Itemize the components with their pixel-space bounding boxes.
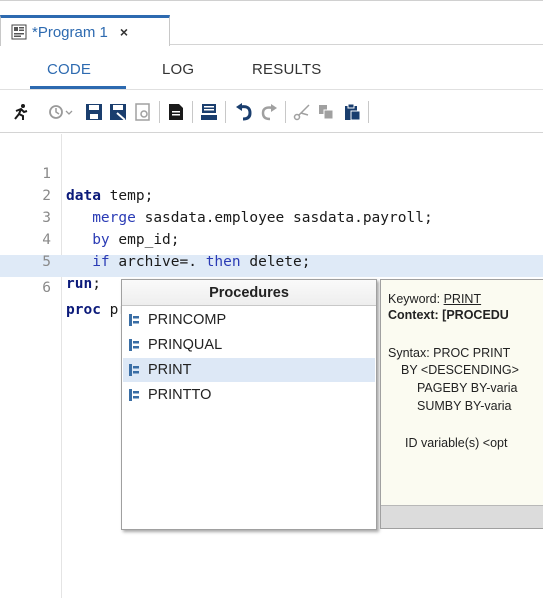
save-as-icon[interactable] xyxy=(108,102,128,122)
toolbar-divider xyxy=(225,101,226,123)
active-tab-indicator xyxy=(30,86,126,89)
autocomplete-item-princomp[interactable]: PRINCOMP xyxy=(123,308,375,332)
copy-icon[interactable] xyxy=(316,102,336,122)
syntax-help-popup: Keyword: PRINT Context: [PROCEDU Syntax:… xyxy=(380,279,543,529)
toolbar-divider xyxy=(159,101,160,123)
help-syntax-sumby: SUMBY BY-varia xyxy=(417,399,512,413)
autocomplete-popup: Procedures PRINCOMP PRINQUAL PRINT PRINT… xyxy=(121,279,377,530)
help-syntax-by: BY <DESCENDING> xyxy=(401,363,519,377)
open-icon[interactable] xyxy=(133,102,153,122)
code-line: 5 run; xyxy=(0,229,543,292)
help-keyword-link[interactable]: PRINT xyxy=(444,292,482,306)
code-line-current: 6 proc prin xyxy=(0,255,543,319)
sas-program-icon xyxy=(11,24,27,40)
autocomplete-item-label: PRINCOMP xyxy=(148,312,227,328)
paste-icon[interactable] xyxy=(342,102,362,122)
autocomplete-item-printto[interactable]: PRINTTO xyxy=(123,383,375,407)
autocomplete-header: Procedures xyxy=(122,280,376,306)
tab-log[interactable]: LOG xyxy=(162,61,194,78)
procedure-icon xyxy=(129,364,139,376)
procedure-icon xyxy=(129,339,139,351)
help-keyword-line: Keyword: PRINT xyxy=(388,292,482,306)
toolbar-divider xyxy=(285,101,286,123)
editor-toolbar xyxy=(0,91,543,133)
autocomplete-item-label: PRINT xyxy=(148,362,192,378)
code-line: 2 merge sasdata.employee sasdata.payroll… xyxy=(0,163,543,226)
help-syntax-id: ID variable(s) <opt xyxy=(405,436,508,450)
toolbar-divider xyxy=(192,101,193,123)
close-tab-icon[interactable]: × xyxy=(120,24,128,40)
save-icon[interactable] xyxy=(84,102,104,122)
run-icon[interactable] xyxy=(11,102,31,122)
help-context: Context: [PROCEDU xyxy=(388,308,509,322)
tab-code[interactable]: CODE xyxy=(47,61,91,78)
cut-icon[interactable] xyxy=(292,102,312,122)
line-number: 6 xyxy=(42,280,51,296)
autocomplete-item-print[interactable]: PRINT xyxy=(123,358,375,382)
program-tab[interactable]: *Program 1 × xyxy=(0,15,170,46)
procedure-icon xyxy=(129,389,139,401)
help-syntax: Syntax: PROC PRINT xyxy=(388,346,511,360)
code-line: 1 data temp; xyxy=(0,141,543,204)
autocomplete-item-label: PRINTTO xyxy=(148,387,212,403)
autocomplete-item-label: PRINQUAL xyxy=(148,337,223,353)
format-icon[interactable] xyxy=(199,102,219,122)
help-popup-footer xyxy=(381,505,543,528)
toolbar-divider xyxy=(368,101,369,123)
undo-icon[interactable] xyxy=(234,102,254,122)
procedure-icon xyxy=(129,314,139,326)
autocomplete-item-prinqual[interactable]: PRINQUAL xyxy=(123,333,375,357)
history-icon[interactable] xyxy=(46,102,74,122)
tab-results[interactable]: RESULTS xyxy=(252,61,321,78)
program-tab-title: *Program 1 xyxy=(32,23,108,41)
submit-selected-icon[interactable] xyxy=(166,102,186,122)
help-syntax-pageby: PAGEBY BY-varia xyxy=(417,381,518,395)
view-tabs: CODE LOG RESULTS xyxy=(0,46,543,90)
code-line: 3 by emp_id; xyxy=(0,185,543,248)
program-tab-bar: *Program 1 × xyxy=(0,6,543,46)
redo-icon[interactable] xyxy=(259,102,279,122)
code-line: 4 if archive=. then delete; xyxy=(0,207,543,270)
